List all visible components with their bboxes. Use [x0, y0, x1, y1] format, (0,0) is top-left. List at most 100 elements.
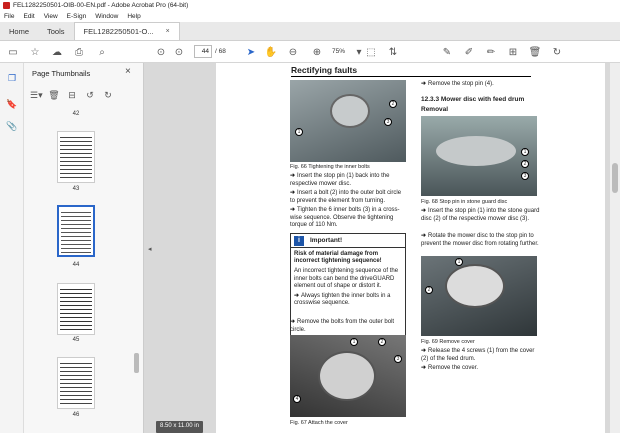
attachments-icon[interactable]: 📎	[6, 121, 18, 133]
warning-bullet: ➜ Always tighten the inner bolts in a cro…	[294, 293, 391, 307]
warning-subtitle: Risk of material damage from incorrect t…	[294, 251, 382, 265]
panel-title: Page Thumbnails	[32, 69, 91, 78]
callout: 1	[295, 128, 303, 136]
panel-close-icon[interactable]: ×	[125, 66, 131, 77]
left-sidebar: ❐ 🔖 📎	[0, 63, 24, 433]
callout: 2	[378, 338, 386, 346]
thumbnail-label: 43	[72, 186, 80, 192]
figure-69: 1 2	[421, 256, 537, 336]
subsection-title: Removal	[421, 106, 449, 113]
menu-bar: File Edit View E-Sign Window Help	[0, 11, 620, 22]
thumbnail-label: 45	[72, 337, 80, 343]
zoom-level[interactable]: 75%	[332, 48, 345, 55]
panel-scrollbar[interactable]	[133, 107, 140, 433]
instruction-item: ➜ Insert the stop pin (1) back into the r…	[290, 173, 390, 187]
next-page-icon[interactable]: ⊙	[172, 45, 186, 59]
callout: 3	[394, 355, 402, 363]
delete-page-icon[interactable]: 🗑	[48, 90, 60, 101]
thumbnail-label: 44	[72, 262, 80, 268]
insert-page-icon[interactable]: ⊟	[66, 90, 78, 101]
draw-icon[interactable]: ✏	[484, 45, 498, 59]
thumbnail-page-46[interactable]	[57, 357, 95, 409]
menu-view[interactable]: View	[44, 13, 58, 20]
thumbnail-label: 46	[72, 412, 80, 418]
scroll-mode-icon[interactable]: ⇅	[386, 45, 400, 59]
zoom-in-icon[interactable]: ⊕	[310, 45, 324, 59]
warning-title: Important!	[310, 237, 343, 244]
callout: 1	[521, 148, 529, 156]
callout: 4	[293, 395, 301, 403]
bookmark-star-icon[interactable]: ☆	[28, 45, 42, 59]
page-size-indicator: 8.50 x 11.00 in	[156, 421, 203, 433]
find-icon[interactable]: ⌕	[95, 45, 109, 59]
prev-page-icon[interactable]: ⊙	[154, 45, 168, 59]
instruction-item: ➜ Remove the stop pin (4).	[421, 81, 494, 87]
instruction-item: ➜ Rotate the mower disc to the stop pin t…	[421, 233, 539, 247]
toolbar: ▭ ☆ ☁ ⎙ ⌕ ⊙ ⊙ ➤ ✋ ⊖ ⊕ ▾ ⬚ ⇅ ✎ ✐ ✏ ⊞ 🗑 ↻	[0, 41, 620, 63]
thumbnail-page-44[interactable]	[57, 205, 95, 257]
rotate-ccw-icon[interactable]: ↺	[84, 90, 96, 101]
highlight-icon[interactable]: ✐	[462, 45, 476, 59]
thumbnail-label: 42	[72, 111, 80, 117]
section-title: 12.3.3 Mower disc with feed drum	[421, 96, 525, 103]
tab-document[interactable]: FEL1282250501-O... ×	[73, 22, 180, 40]
menu-edit[interactable]: Edit	[23, 13, 34, 20]
options-menu-icon[interactable]: ☰▾	[30, 90, 43, 101]
select-pointer-icon[interactable]: ➤	[244, 45, 258, 59]
info-icon: i	[294, 235, 304, 246]
page-number-input[interactable]: 44	[194, 45, 212, 58]
stamp-icon[interactable]: ⊞	[506, 45, 520, 59]
figure-69-caption: Fig. 69 Remove cover	[421, 339, 475, 345]
page-thumbnails-icon[interactable]: ❐	[6, 73, 18, 85]
tab-tools[interactable]: Tools	[38, 22, 74, 40]
document-scroll-thumb[interactable]	[612, 163, 618, 193]
panel-scroll-thumb[interactable]	[134, 353, 139, 373]
document-scrollbar[interactable]	[610, 63, 620, 433]
zoom-out-icon[interactable]: ⊖	[286, 45, 300, 59]
upload-cloud-icon[interactable]: ☁	[50, 45, 64, 59]
thumbnail-page-43[interactable]	[57, 131, 95, 183]
rotate-cw-icon[interactable]: ↻	[102, 90, 114, 101]
instruction-item: ➜ Insert a bolt (2) into the outer bolt c…	[290, 190, 402, 204]
pdf-page: Rectifying faults 1 2 3 Fig. 66 Tighteni…	[216, 63, 605, 433]
page-count: / 68	[215, 48, 226, 55]
page-heading: Rectifying faults	[291, 65, 531, 77]
menu-file[interactable]: File	[4, 13, 14, 20]
tab-document-label: FEL1282250501-O...	[83, 27, 154, 36]
callout: 1	[455, 258, 463, 266]
collapse-panel-icon[interactable]: ◂	[148, 245, 152, 253]
pdf-icon	[3, 2, 10, 9]
warning-header: i Important!	[291, 234, 405, 248]
thumbnail-page-45[interactable]	[57, 283, 95, 335]
bookmarks-icon[interactable]: 🔖	[6, 99, 18, 111]
delete-icon[interactable]: 🗑	[528, 45, 542, 59]
menu-window[interactable]: Window	[95, 13, 118, 20]
fit-page-icon[interactable]: ⬚	[364, 45, 378, 59]
callout: 3	[521, 172, 529, 180]
instruction-item: ➜ Remove the bolts from the outer bolt ci…	[290, 319, 395, 333]
tab-home[interactable]: Home	[0, 22, 38, 40]
thumbnails-panel: Page Thumbnails × ☰▾ 🗑 ⊟ ↺ ↻ 42 43 44 45…	[24, 63, 144, 433]
thumbnail-tools: ☰▾ 🗑 ⊟ ↺ ↻	[30, 88, 114, 102]
callout: 1	[350, 338, 358, 346]
save-icon[interactable]: ▭	[6, 45, 20, 59]
callout: 3	[384, 118, 392, 126]
tab-bar: Home Tools FEL1282250501-O... ×	[0, 22, 620, 41]
tab-close-icon[interactable]: ×	[166, 28, 170, 35]
print-icon[interactable]: ⎙	[72, 45, 86, 59]
instruction-item: ➜ Insert the stop pin (1) into the stone …	[421, 208, 540, 222]
instruction-item: ➜ Tighten the 6 inner bolts (3) in a cros…	[290, 207, 400, 228]
callout: 2	[425, 286, 433, 294]
rotate-icon[interactable]: ↻	[550, 45, 564, 59]
figure-68: 1 2 3	[421, 116, 537, 196]
figure-66: 1 2 3	[290, 80, 406, 162]
figure-67: 1 2 3 4	[290, 335, 406, 417]
menu-esign[interactable]: E-Sign	[67, 13, 87, 20]
hand-tool-icon[interactable]: ✋	[264, 45, 278, 59]
title-bar: FEL1282250501-OIB-00-EN.pdf - Adobe Acro…	[0, 0, 620, 11]
window-title: FEL1282250501-OIB-00-EN.pdf - Adobe Acro…	[13, 2, 189, 9]
warning-text: An incorrect tightening sequence of the …	[294, 268, 399, 289]
comment-icon[interactable]: ✎	[440, 45, 454, 59]
menu-help[interactable]: Help	[127, 13, 140, 20]
figure-66-caption: Fig. 66 Tightening the inner bolts	[290, 164, 370, 170]
